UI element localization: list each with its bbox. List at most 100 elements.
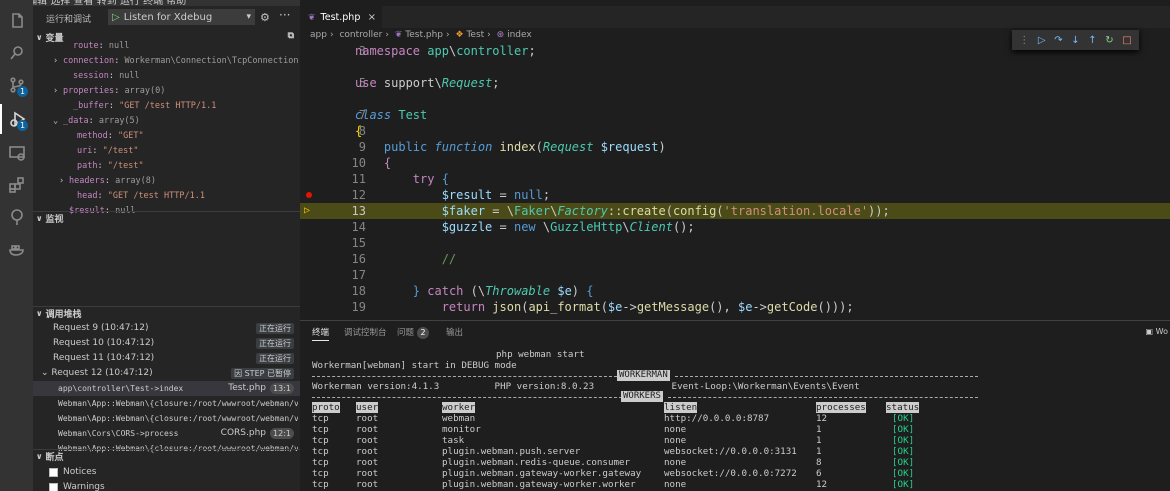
breakpoint-notices[interactable]: Notices	[49, 465, 96, 480]
variable-row[interactable]: › properties: array(0)	[53, 84, 165, 99]
variable-row[interactable]: › headers: array(8)	[59, 174, 156, 189]
variable-row[interactable]: › connection: Workerman\Connection\TcpCon…	[53, 54, 298, 69]
table-cell: [OK]	[892, 457, 915, 468]
tab-debug-console[interactable]: 调试控制台	[344, 326, 387, 338]
table-cell: plugin.webman.push.server	[442, 446, 581, 457]
variable-row[interactable]: method: "GET"	[67, 129, 144, 144]
breakpoints-title: 断点	[45, 453, 64, 463]
variable-row[interactable]: head: "GET /test HTTP/1.1	[67, 189, 205, 204]
table-cell: [OK]	[892, 424, 915, 435]
variable-row[interactable]: route: null	[63, 39, 129, 54]
search-icon[interactable]	[0, 38, 33, 68]
bottom-panel: 终端 调试控制台 问题 2 输出 ▣ Wo php webman start Wor…	[300, 320, 1170, 491]
table-cell: root	[356, 424, 379, 435]
callstack-request[interactable]: Request 9 (10:47:12) 正在运行	[33, 321, 300, 336]
expand-arrow-icon[interactable]: ⌄	[53, 114, 63, 129]
launch-config-select[interactable]: ▷ Listen for Xdebug ▾	[108, 9, 255, 25]
breadcrumb-item[interactable]: Test.php	[405, 30, 443, 40]
table-cell: plugin.webman.gateway-worker.gateway	[442, 468, 642, 479]
remote-explorer-icon[interactable]	[0, 138, 33, 168]
tab-terminal[interactable]: 终端	[312, 326, 330, 341]
collapse-all-icon[interactable]: ⧉	[288, 31, 294, 41]
expand-arrow-icon[interactable]: ›	[53, 84, 63, 99]
table-header: proto	[312, 402, 340, 413]
variable-row[interactable]: session: null	[63, 69, 140, 84]
code-line: 7 class Test	[355, 108, 428, 122]
source-control-icon[interactable]: 1	[0, 70, 33, 100]
callstack-request[interactable]: Request 11 (10:47:12) 正在运行	[33, 351, 300, 366]
variable-row[interactable]: uri: "/test"	[67, 144, 138, 159]
table-cell: websocket://0.0.0.0:7272	[664, 468, 797, 479]
frame-file: Test.php	[228, 383, 266, 393]
restart-icon[interactable]: ↻	[1105, 35, 1113, 46]
step-into-icon[interactable]: ↓	[1071, 35, 1079, 46]
continue-icon[interactable]: ▷	[1038, 35, 1046, 46]
callstack-section-header[interactable]: ∨ 调用堆栈	[33, 306, 300, 320]
frame-line-badge: 13:1	[270, 383, 294, 394]
breakpoints-section-header[interactable]: ∨ 断点	[33, 449, 300, 463]
table-cell: tcp	[312, 435, 329, 446]
gear-icon[interactable]: ⚙	[260, 11, 270, 24]
variable-name: _buffer	[73, 101, 109, 111]
stack-frame[interactable]: Webman\App::Webman\{closure:/root/wwwroo…	[33, 396, 300, 411]
stop-icon[interactable]: □	[1122, 35, 1131, 46]
step-out-icon[interactable]: ↑	[1088, 35, 1096, 46]
drag-handle-icon[interactable]: ⋮	[1019, 35, 1029, 46]
more-actions-icon[interactable]: ···	[279, 8, 290, 22]
breadcrumb-item[interactable]: controller	[339, 30, 382, 40]
debug-sidebar: 运行和调试 ▷ Listen for Xdebug ▾ ⚙ ··· ∨ 变量 ⧉…	[33, 6, 300, 491]
table-cell: [OK]	[892, 446, 915, 457]
variables-title: 变量	[45, 33, 64, 44]
variable-value: array(0)	[124, 86, 166, 96]
table-cell: root	[356, 446, 379, 457]
breadcrumb-item[interactable]: index	[507, 30, 532, 40]
variable-name: head	[77, 191, 98, 201]
stack-frame[interactable]: app\controller\Test->index Test.php 13:1	[33, 381, 300, 396]
callstack-request[interactable]: Request 10 (10:47:12) 正在运行	[33, 336, 300, 351]
code-line: 15	[351, 236, 366, 250]
expand-arrow-icon[interactable]: ›	[53, 54, 63, 69]
variable-row[interactable]: path: "/test"	[67, 159, 144, 174]
php-file-icon: ❦	[394, 30, 403, 40]
watch-section-header[interactable]: ∨ 监视	[33, 211, 300, 225]
code-line: 5 use support\Request;	[355, 76, 500, 90]
docker-icon[interactable]	[0, 234, 33, 264]
variable-row[interactable]: ⌄ _data: array(5)	[53, 114, 140, 129]
launch-config-label: Listen for Xdebug	[123, 11, 213, 23]
status-badge: 因 STEP 已暂停	[231, 368, 294, 379]
callstack-request[interactable]: ⌄ Request 12 (10:47:12) 因 STEP 已暂停	[33, 366, 300, 381]
variable-name: method	[77, 131, 108, 141]
table-cell: root	[356, 479, 379, 490]
frame-name: app\controller\Test->index	[58, 384, 184, 393]
run-debug-icon[interactable]: 1	[0, 104, 33, 134]
table-cell: 12	[816, 479, 828, 490]
breadcrumb-item[interactable]: app	[310, 30, 327, 40]
activity-bar: 1 1	[0, 0, 33, 491]
variable-row[interactable]: _buffer: "GET /test HTTP/1.1	[63, 99, 216, 114]
step-over-icon[interactable]: ↷	[1054, 35, 1062, 46]
explorer-icon[interactable]	[0, 6, 33, 36]
table-cell: webman	[442, 413, 476, 424]
checkbox[interactable]	[49, 483, 58, 491]
tab-output[interactable]: 输出	[446, 326, 463, 338]
variable-name: headers	[69, 176, 105, 186]
stack-frame[interactable]: Webman\App::Webman\{closure:/root/wwwroo…	[33, 411, 300, 426]
breakpoint-label: Warnings	[63, 482, 105, 491]
checkbox[interactable]	[49, 468, 58, 477]
start-debug-icon[interactable]: ▷	[112, 12, 120, 23]
stack-frame[interactable]: Webman\Cors\CORS->process CORS.php 12:1	[33, 426, 300, 441]
variable-value: array(8)	[115, 176, 157, 186]
tab-problems-label: 问题	[397, 328, 415, 338]
table-cell: tcp	[312, 413, 329, 424]
tab-problems[interactable]: 问题 2	[397, 326, 430, 339]
frame-file: CORS.php	[220, 428, 266, 438]
table-header: worker	[442, 402, 476, 413]
breakpoint-warnings[interactable]: Warnings	[49, 480, 105, 491]
extensions-icon[interactable]	[0, 170, 33, 200]
breadcrumb-item[interactable]: Test	[466, 30, 484, 40]
expand-arrow-icon[interactable]: ›	[59, 174, 69, 189]
terminal-instance-label[interactable]: ▣ Wo	[1146, 327, 1168, 336]
tree-icon[interactable]	[0, 202, 33, 232]
tab-test-php[interactable]: ❦ Test.php ×	[300, 6, 382, 28]
close-icon[interactable]: ×	[368, 12, 376, 23]
